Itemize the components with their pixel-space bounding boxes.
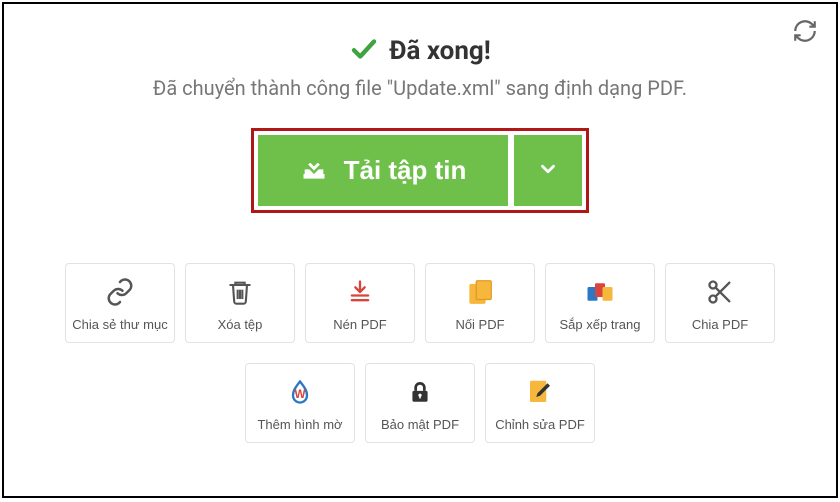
- action-label: Nối PDF: [455, 317, 504, 332]
- chevron-down-icon: [537, 158, 559, 183]
- scissors-icon: [706, 275, 734, 309]
- app-frame: Đã xong! Đã chuyển thành công file "Upda…: [2, 2, 838, 498]
- edit-icon: [525, 375, 555, 409]
- action-label: Chỉnh sửa PDF: [495, 417, 585, 432]
- trash-icon: [226, 275, 254, 309]
- refresh-icon: [792, 18, 818, 44]
- action-label: Chia PDF: [692, 317, 748, 332]
- download-highlight: Tải tập tin: [251, 128, 590, 213]
- edit-pdf-button[interactable]: Chỉnh sửa PDF: [485, 363, 595, 443]
- svg-text:W: W: [294, 387, 305, 400]
- delete-file-button[interactable]: Xóa tệp: [185, 263, 295, 343]
- compress-pdf-button[interactable]: Nén PDF: [305, 263, 415, 343]
- download-area: Tải tập tin: [44, 128, 796, 213]
- merge-icon: [465, 275, 495, 309]
- compress-icon: [346, 275, 374, 309]
- sort-pages-button[interactable]: Sắp xếp trang: [545, 263, 655, 343]
- download-dropdown-button[interactable]: [514, 135, 582, 206]
- header: Đã xong! Đã chuyển thành công file "Upda…: [44, 34, 796, 100]
- action-label: Bảo mật PDF: [381, 417, 459, 432]
- lock-icon: [407, 375, 433, 409]
- protect-pdf-button[interactable]: Bảo mật PDF: [365, 363, 475, 443]
- merge-pdf-button[interactable]: Nối PDF: [425, 263, 535, 343]
- watermark-button[interactable]: W Thêm hình mờ: [245, 363, 355, 443]
- watermark-icon: W: [286, 375, 314, 409]
- action-label: Chia sẻ thư mục: [72, 317, 167, 332]
- share-folder-button[interactable]: Chia sẻ thư mục: [65, 263, 175, 343]
- action-label: Nén PDF: [333, 317, 386, 332]
- action-label: Sắp xếp trang: [560, 317, 641, 332]
- done-line: Đã xong!: [44, 34, 796, 68]
- done-title: Đã xong!: [389, 36, 491, 66]
- action-label: Xóa tệp: [218, 317, 263, 332]
- sort-icon: [584, 275, 616, 309]
- download-button[interactable]: Tải tập tin: [258, 135, 509, 206]
- split-pdf-button[interactable]: Chia PDF: [665, 263, 775, 343]
- download-label: Tải tập tin: [344, 155, 467, 186]
- link-icon: [105, 275, 135, 309]
- checkmark-icon: [349, 34, 379, 68]
- download-icon: [300, 153, 328, 188]
- refresh-button[interactable]: [792, 18, 818, 48]
- actions-grid: Chia sẻ thư mục Xóa tệp: [60, 263, 780, 443]
- action-label: Thêm hình mờ: [257, 417, 342, 432]
- subtitle: Đã chuyển thành công file "Update.xml" s…: [44, 76, 796, 100]
